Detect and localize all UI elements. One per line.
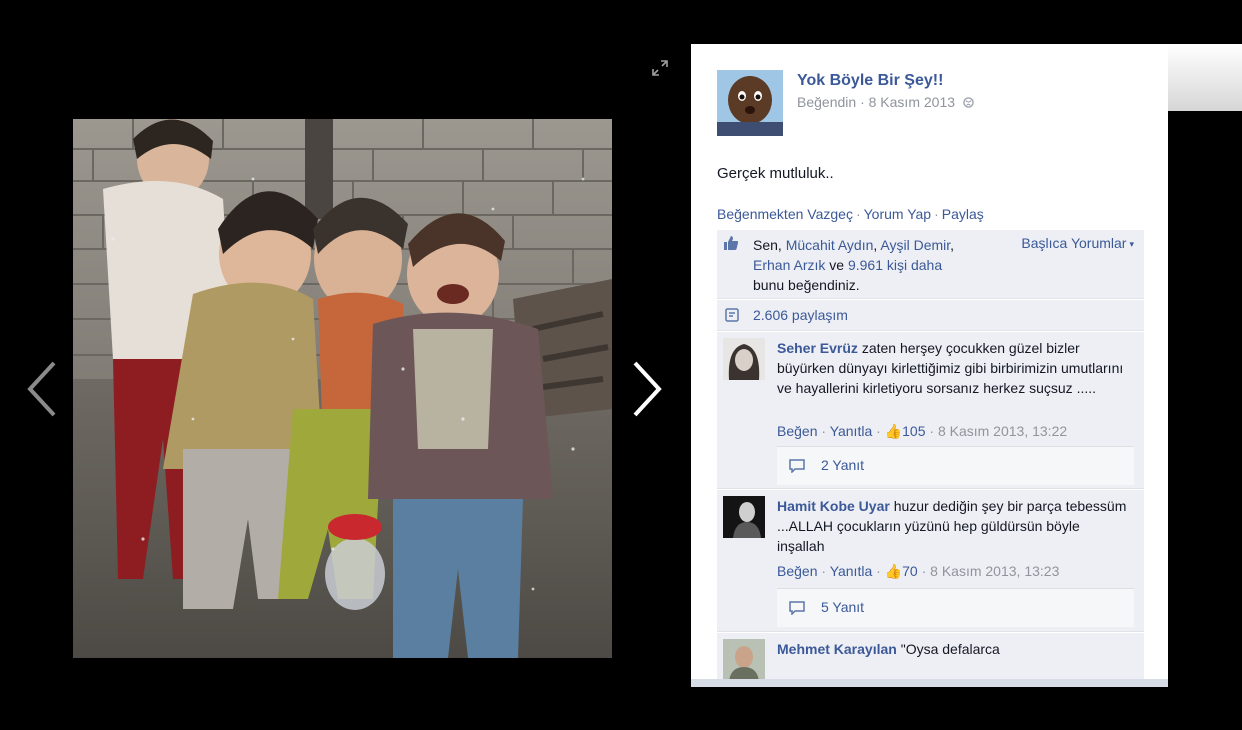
meta-separator: · bbox=[860, 94, 865, 110]
panel-bottom-bar bbox=[691, 679, 1168, 687]
unlike-link[interactable]: Beğenmekten Vazgeç bbox=[717, 206, 853, 222]
likes-and: ve bbox=[825, 257, 848, 273]
feedback-section: Sen, Mücahit Aydın, Ayşil Demir, Erhan A… bbox=[717, 230, 1144, 687]
post-date[interactable]: 8 Kasım 2013 bbox=[869, 94, 955, 110]
comment-like-link[interactable]: Beğen bbox=[777, 563, 817, 579]
comment-link[interactable]: Yorum Yap bbox=[864, 206, 931, 222]
post-panel: Yok Böyle Bir Şey!! Beğendin · 8 Kasım 2… bbox=[691, 44, 1168, 687]
next-photo-button[interactable] bbox=[627, 357, 667, 421]
expand-icon[interactable] bbox=[652, 60, 668, 76]
comment-like-count[interactable]: 70 bbox=[902, 563, 918, 579]
comment-date[interactable]: 8 Kasım 2013, 13:23 bbox=[930, 563, 1059, 579]
reply-icon bbox=[789, 601, 805, 615]
action-separator: · bbox=[855, 206, 861, 222]
comment-body: Seher Evrüz zaten herşey çocukken güzel … bbox=[777, 338, 1129, 398]
liker-link[interactable]: Ayşil Demir bbox=[880, 237, 950, 253]
comment-author-link[interactable]: Mehmet Karayılan bbox=[777, 641, 897, 657]
post-photo[interactable] bbox=[73, 119, 612, 658]
comment-item: Hamit Kobe Uyar huzur dediğin şey bir pa… bbox=[717, 489, 1144, 632]
commenter-avatar-image bbox=[723, 338, 765, 380]
comment-meta: Beğen · Yanıtla · 👍70 · 8 Kasım 2013, 13… bbox=[777, 563, 1060, 579]
commenter-avatar-image bbox=[723, 639, 765, 681]
comment-reply-link[interactable]: Yanıtla bbox=[830, 563, 873, 579]
comment-like-count[interactable]: 105 bbox=[902, 423, 925, 439]
comment-meta: Beğen · Yanıtla · 👍105 · 8 Kasım 2013, 1… bbox=[777, 423, 1068, 439]
action-separator: · bbox=[934, 206, 939, 222]
chevron-right-icon bbox=[633, 361, 662, 417]
replies-count: 5 Yanıt bbox=[821, 599, 865, 615]
comment-date[interactable]: 8 Kasım 2013, 13:22 bbox=[938, 423, 1067, 439]
likes-summary: Sen, Mücahit Aydın, Ayşil Demir, Erhan A… bbox=[717, 230, 1144, 299]
comment-author-link[interactable]: Hamit Kobe Uyar bbox=[777, 498, 890, 514]
commenter-avatar[interactable] bbox=[723, 639, 765, 681]
sort-label: Başlıca Yorumlar bbox=[1021, 235, 1127, 251]
shares-row: 2.606 paylaşım bbox=[717, 299, 1144, 331]
comment-like-link[interactable]: Beğen bbox=[777, 423, 817, 439]
share-icon bbox=[725, 308, 739, 322]
previous-photo-button[interactable] bbox=[22, 357, 62, 421]
post-actions: Beğenmekten Vazgeç · Yorum Yap · Paylaş bbox=[717, 206, 984, 222]
chevron-left-icon bbox=[27, 361, 56, 417]
view-replies-button[interactable]: 2 Yanıt bbox=[777, 446, 1134, 485]
replies-count: 2 Yanıt bbox=[821, 457, 865, 473]
comment-text: "Oysa defalarca bbox=[896, 641, 1000, 657]
likes-text: Sen, Mücahit Aydın, Ayşil Demir, Erhan A… bbox=[753, 235, 963, 295]
view-replies-button[interactable]: 5 Yanıt bbox=[777, 588, 1134, 627]
caret-down-icon: ▾ bbox=[1129, 239, 1134, 249]
likes-prefix: Sen, bbox=[753, 237, 786, 253]
baby-avatar-image bbox=[717, 70, 783, 136]
other-likers-link[interactable]: 9.961 kişi daha bbox=[848, 257, 942, 273]
commenter-avatar-image bbox=[723, 496, 765, 538]
reply-icon bbox=[789, 459, 805, 473]
comment-author-link[interactable]: Seher Evrüz bbox=[777, 340, 858, 356]
shares-count-link[interactable]: 2.606 paylaşım bbox=[753, 307, 848, 323]
comment-body: Hamit Kobe Uyar huzur dediğin şey bir pa… bbox=[777, 496, 1129, 556]
comment-sort-dropdown[interactable]: Başlıca Yorumlar ▾ bbox=[1021, 235, 1134, 251]
commenter-avatar[interactable] bbox=[723, 338, 765, 380]
likes-suffix: bunu beğendiniz. bbox=[753, 277, 860, 293]
likes-comma: , bbox=[950, 237, 955, 253]
comment-body: Mehmet Karayılan "Oysa defalarca bbox=[777, 639, 1129, 659]
thumbs-up-icon: 👍 bbox=[884, 423, 903, 439]
panel-edge bbox=[1168, 44, 1242, 111]
comment-reply-link[interactable]: Yanıtla bbox=[830, 423, 873, 439]
post-caption: Gerçek mutluluk.. bbox=[717, 165, 834, 182]
post-meta: Beğendin · 8 Kasım 2013 bbox=[797, 94, 974, 110]
page-name-link[interactable]: Yok Böyle Bir Şey!! bbox=[797, 72, 943, 90]
thumbs-up-icon bbox=[724, 236, 739, 250]
thumbs-up-icon: 👍 bbox=[884, 563, 903, 579]
globe-icon bbox=[963, 97, 974, 108]
commenter-avatar[interactable] bbox=[723, 496, 765, 538]
page-avatar[interactable] bbox=[717, 70, 783, 136]
share-link[interactable]: Paylaş bbox=[942, 206, 984, 222]
children-photo-image bbox=[73, 119, 612, 658]
liker-link[interactable]: Erhan Arzık bbox=[753, 257, 825, 273]
comment-item: Seher Evrüz zaten herşey çocukken güzel … bbox=[717, 331, 1144, 489]
liked-status: Beğendin bbox=[797, 94, 857, 110]
liker-link[interactable]: Mücahit Aydın bbox=[786, 237, 874, 253]
